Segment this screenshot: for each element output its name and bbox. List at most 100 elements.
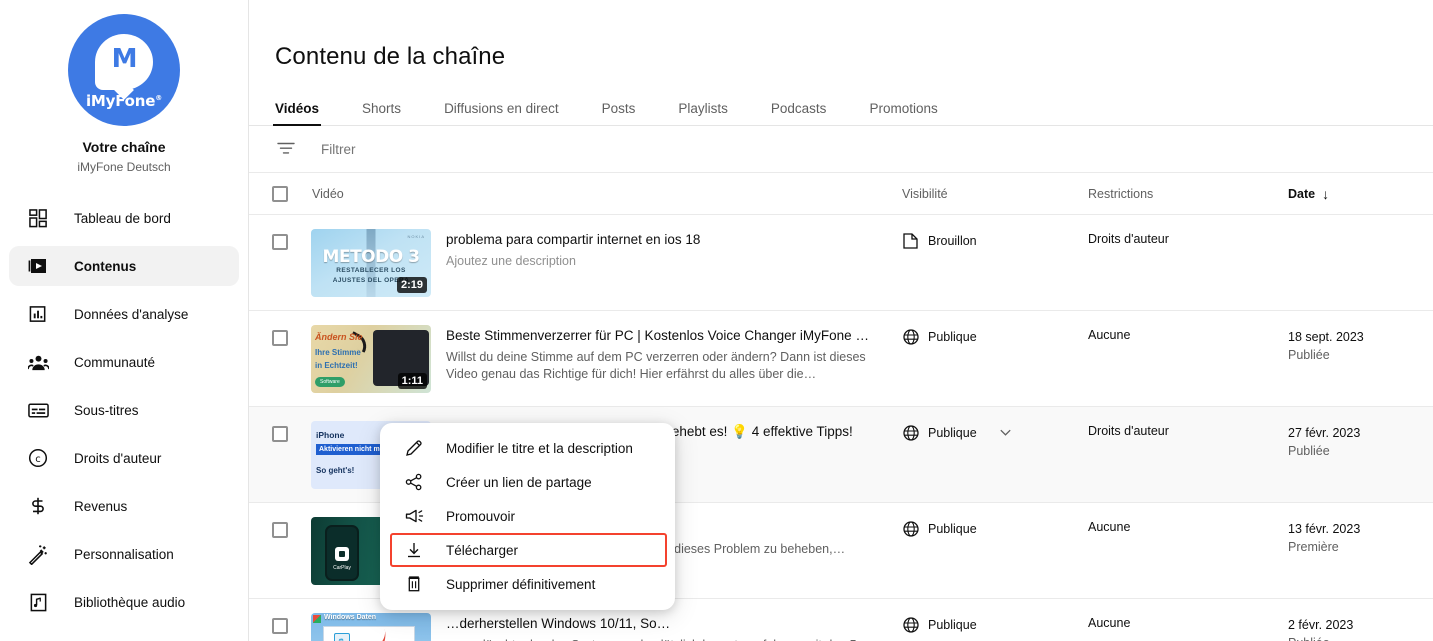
video-description[interactable]: Willst du deine Stimme auf dem PC verzer… [446,349,871,383]
globe-icon [902,328,919,345]
thumbnail-pill: Software [315,377,345,388]
video-cell: Ändern Sie Ihre Stimme in Echtzeit! Soft… [311,325,902,394]
main-content: Contenu de la chaîne Vidéos Shorts Diffu… [249,0,1433,641]
date-value: 13 févr. 2023 [1288,522,1361,537]
context-menu-item-label: Télécharger [446,542,519,558]
date-cell: 18 sept. 2023 Publiée [1288,325,1433,364]
video-description[interactable]: …n gelöscht oder das System wurde plötzl… [446,637,871,641]
sort-descending-icon: ↓ [1322,185,1330,202]
tab-videos[interactable]: Vidéos [272,101,322,127]
context-menu-item-promouvoir[interactable]: Promouvoir [380,499,675,533]
channel-block: M iMyFone® Votre chaîne iMyFone Deutsch [0,0,248,174]
sidebar-item-droits-dauteur[interactable]: c Droits d'auteur [9,438,239,478]
tab-podcasts[interactable]: Podcasts [771,101,827,125]
video-thumbnail[interactable]: NOKIA METODO 3 RESTABLECER LOS AJUSTES D… [311,229,431,298]
table-row[interactable]: Ändern Sie Ihre Stimme in Echtzeit! Soft… [249,311,1433,408]
select-all-checkbox[interactable] [272,185,288,202]
brand-name: iMyFone [85,92,156,110]
sidebar-item-label: Données d'analyse [74,306,189,322]
row-checkbox[interactable] [272,234,288,251]
sidebar-item-tableau-de-bord[interactable]: Tableau de bord [9,198,239,238]
date-status: Publiée [1288,634,1433,641]
video-cell: Windows Daten ♻ 5 Methoden 5:40 …derhers… [311,613,902,641]
sidebar-item-label: Droits d'auteur [74,450,162,466]
row-checkbox[interactable] [272,330,288,347]
sidebar-item-revenus[interactable]: Revenus [9,486,239,526]
visibility-label: Publique [928,617,977,632]
globe-icon [902,616,919,633]
context-menu-item-telecharger[interactable]: Télécharger [380,533,675,567]
date-cell: 27 févr. 2023 Publiée [1288,421,1433,460]
avatar-brand-text: iMyFone® [68,92,180,110]
restrictions-cell: Aucune [1088,616,1131,631]
sidebar-item-donnees-danalyse[interactable]: Données d'analyse [9,294,239,334]
column-header-restrictions: Restrictions [1088,186,1154,201]
context-menu-item-label: Modifier le titre et la description [446,440,633,456]
filter-input[interactable] [319,140,839,158]
context-menu-item-label: Promouvoir [446,508,516,524]
row-checkbox[interactable] [272,426,288,443]
visibility-label: Publique [928,521,977,536]
context-menu-item-creer-lien-partage[interactable]: Créer un lien de partage [380,465,675,499]
sidebar-nav: Tableau de bord Contenus Données d'analy… [0,198,248,622]
table-header: Vidéo Visibilité Restrictions Date ↓ [249,173,1433,216]
context-menu: Modifier le titre et la description Crée… [380,423,675,610]
visibility-label: Publique [928,329,977,344]
row-select-cell [249,613,311,635]
row-checkbox[interactable] [272,618,288,635]
thumbnail-line-1: iPhone [316,430,345,441]
video-thumbnail[interactable]: Windows Daten ♻ 5 Methoden 5:40 [311,613,431,641]
sidebar-item-bibliotheque-audio[interactable]: Bibliothèque audio [9,582,239,622]
thumbnail-art [313,615,321,624]
tab-posts[interactable]: Posts [602,101,636,125]
sidebar-item-personnalisation[interactable]: Personnalisation [9,534,239,574]
thumbnail-art-tiny: NOKIA [407,234,425,240]
thumbnail-line-1: METODO 3 [322,247,420,268]
video-title[interactable]: …derherstellen Windows 10/11, So… [446,614,871,633]
sidebar-item-label: Bibliothèque audio [74,594,186,610]
column-header-date[interactable]: Date ↓ [1288,186,1433,202]
video-title[interactable]: Beste Stimmenverzerrer für PC | Kostenlo… [446,326,871,345]
customize-icon [26,542,50,566]
avatar[interactable]: M iMyFone® [68,14,180,126]
restrictions-cell: Aucune [1088,328,1131,343]
chevron-down-icon[interactable] [998,425,1013,440]
share-icon [403,473,425,491]
context-menu-item-modifier[interactable]: Modifier le titre et la description [380,431,675,465]
tab-promotions[interactable]: Promotions [869,101,937,125]
restrictions-cell: Droits d'auteur [1088,424,1169,439]
restrictions-cell: Aucune [1088,520,1131,535]
date-cell: 2 févr. 2023 Publiée [1288,613,1433,641]
column-header-visibility: Visibilité [902,186,948,201]
date-value: 27 févr. 2023 [1288,426,1361,441]
sidebar-item-sous-titres[interactable]: Sous-titres [9,390,239,430]
globe-icon [902,520,919,537]
sidebar-item-contenus[interactable]: Contenus [9,246,239,286]
content-icon [26,254,50,278]
draft-icon [902,232,919,249]
date-cell [1288,229,1433,232]
video-thumbnail[interactable]: Ändern Sie Ihre Stimme in Echtzeit! Soft… [311,325,431,394]
sidebar-item-label: Sous-titres [74,402,139,418]
video-title[interactable]: problema para compartir internet en ios … [446,230,871,249]
registered-mark-icon: ® [155,94,163,102]
tab-diffusions-en-direct[interactable]: Diffusions en direct [444,101,559,125]
context-menu-item-label: Créer un lien de partage [446,474,592,490]
sidebar-item-communaute[interactable]: Communauté [9,342,239,382]
sidebar-item-label: Personnalisation [74,546,174,562]
avatar-m-glyph: M [111,44,138,74]
tab-playlists[interactable]: Playlists [678,101,728,125]
visibility-label: Brouillon [928,233,977,248]
thumbnail-line-2: Ihre Stimme [315,348,361,358]
filter-icon[interactable] [275,138,297,160]
promote-icon [403,507,425,526]
row-checkbox[interactable] [272,522,288,539]
visibility-cell: Brouillon [902,229,1088,249]
column-header-video: Vidéo [312,186,344,201]
context-menu-item-supprimer[interactable]: Supprimer définitivement [380,567,675,601]
table-row[interactable]: NOKIA METODO 3 RESTABLECER LOS AJUSTES D… [249,215,1433,312]
youtube-studio-content-page: M iMyFone® Votre chaîne iMyFone Deutsch … [0,0,1433,641]
row-select-cell [249,229,311,251]
video-description[interactable]: Ajoutez une description [446,253,871,270]
tab-shorts[interactable]: Shorts [362,101,401,125]
